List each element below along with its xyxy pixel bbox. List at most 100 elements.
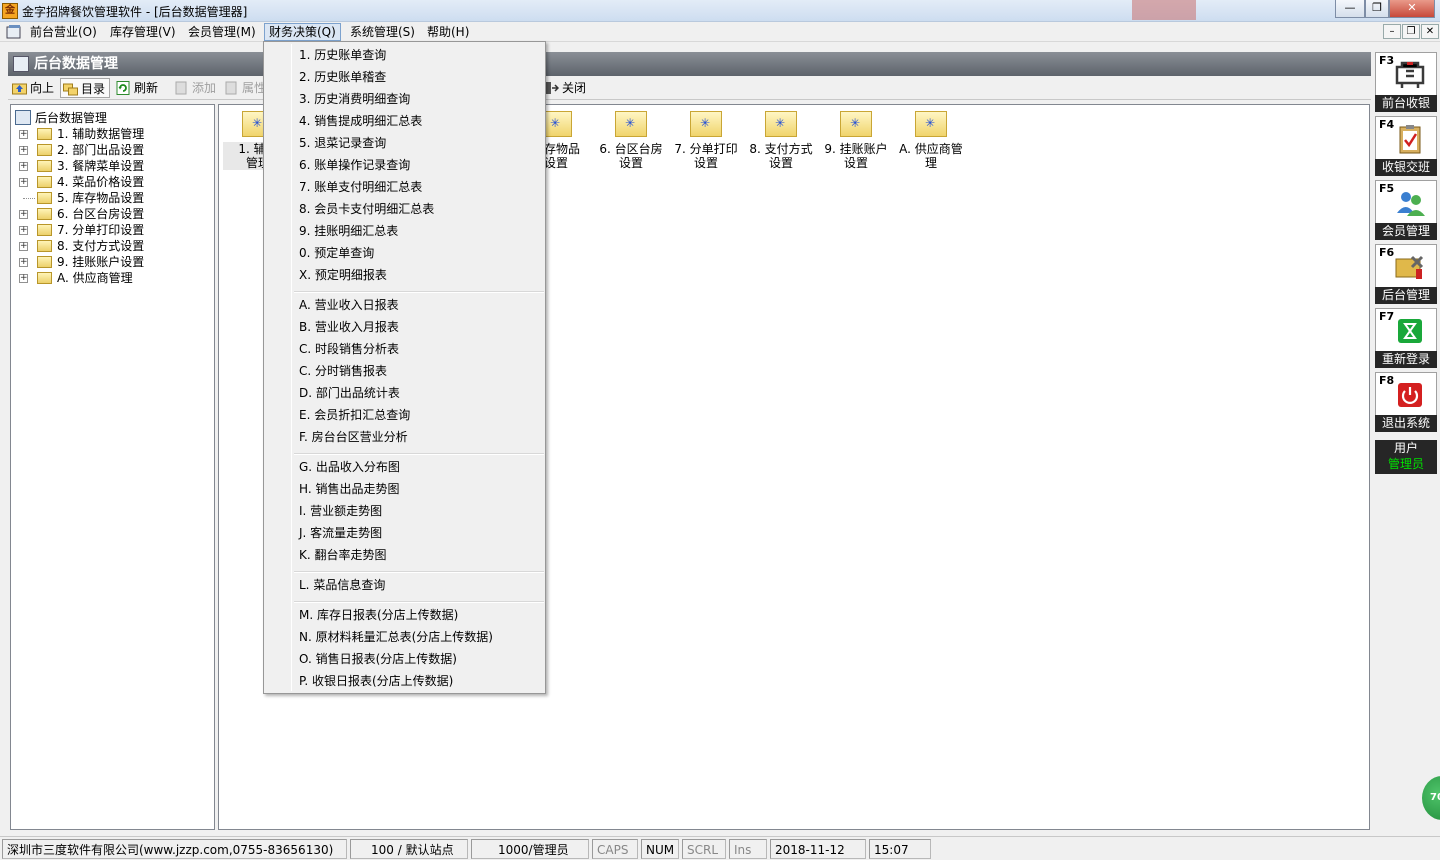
menu-item-period-sales-analysis[interactable]: C. 时段销售分析表 [265,338,544,360]
tree-node[interactable]: +3. 餐牌菜单设置 [19,158,144,174]
tree-node-label: 2. 部门出品设置 [57,143,145,157]
tree-node-label: 5. 库存物品设置 [57,191,145,205]
expand-icon[interactable]: + [19,242,28,251]
menu-inventory[interactable]: 库存管理(V) [106,23,180,41]
menu-item-sales-daily-report[interactable]: O. 销售日报表(分店上传数据) [265,648,544,670]
mdi-close-button[interactable]: ✕ [1421,24,1439,39]
menu-item-return-dish-record[interactable]: 5. 退菜记录查询 [265,132,544,154]
f3-key-label: F3 [1379,54,1395,67]
expand-icon[interactable]: + [19,178,28,187]
menu-item-history-bill-audit[interactable]: 2. 历史账单稽查 [265,66,544,88]
refresh-icon [116,81,130,95]
folder-icon [37,272,52,284]
folder-icon [765,111,797,137]
tree-node[interactable]: +2. 部门出品设置 [19,142,144,158]
tree-node[interactable]: +7. 分单打印设置 [19,222,144,238]
expand-icon[interactable]: + [19,274,28,283]
menu-help[interactable]: 帮助(H) [423,23,473,41]
menu-item-table-area-analysis[interactable]: F. 房台台区营业分析 [265,426,544,448]
folder-label: A. 供应商管 [899,142,963,156]
mdi-window-icon[interactable] [6,24,22,40]
menu-item-customer-flow-trend[interactable]: J. 客流量走势图 [265,522,544,544]
status-caps: CAPS [592,839,638,859]
add-icon [175,81,187,95]
tree-root-label: 后台数据管理 [35,111,108,125]
minimize-button[interactable]: — [1335,0,1365,18]
menu-item-history-bill-query[interactable]: 1. 历史账单查询 [265,44,544,66]
menu-item-hourly-sales-report[interactable]: C. 分时销售报表 [265,360,544,382]
menu-item-inventory-daily-report[interactable]: M. 库存日报表(分店上传数据) [265,604,544,626]
maximize-button[interactable]: ❐ [1365,0,1389,18]
mdi-restore-button[interactable]: ❐ [1402,24,1420,39]
menu-item-table-turnover-trend[interactable]: K. 翻台率走势图 [265,544,544,566]
f3-front-cashier-button[interactable]: F3 [1375,52,1437,96]
menu-item-revenue-trend[interactable]: I. 营业额走势图 [265,500,544,522]
menu-item-cashier-daily-report[interactable]: P. 收银日报表(分店上传数据) [265,670,544,692]
menu-item-output-income-distribution[interactable]: G. 出品收入分布图 [265,456,544,478]
menu-members[interactable]: 会员管理(M) [184,23,260,41]
status-ins: Ins [729,839,767,859]
menu-item-material-consumption-summary[interactable]: N. 原材料耗量汇总表(分店上传数据) [265,626,544,648]
f6-backend-management-button[interactable]: F6 [1375,244,1437,288]
f4-shift-handover-button[interactable]: F4 [1375,116,1437,160]
mdi-minimize-button[interactable]: – [1383,24,1401,39]
tree-node[interactable]: +6. 台区台房设置 [19,206,144,222]
tree-node[interactable]: +1. 辅助数据管理 [19,126,144,142]
menu-item-reservation-detail-report[interactable]: X. 预定明细报表 [265,264,544,286]
menu-item-sales-output-trend[interactable]: H. 销售出品走势图 [265,478,544,500]
menu-item-member-card-payment-summary[interactable]: 8. 会员卡支付明细汇总表 [265,198,544,220]
f7-relogin-button[interactable]: F7 [1375,308,1437,352]
toolbar: 向上 目录 刷新 添加 属性 关闭 [8,76,1371,100]
menu-finance[interactable]: 财务决策(Q) [264,23,341,41]
folder-item[interactable]: 8. 支付方式设置 [746,111,816,170]
menu-item-history-consumption-detail[interactable]: 3. 历史消费明细查询 [265,88,544,110]
expand-icon[interactable]: + [19,130,28,139]
refresh-button[interactable]: 刷新 [114,78,162,98]
expand-icon[interactable]: + [19,162,28,171]
menu-item-dish-info-query[interactable]: L. 菜品信息查询 [265,574,544,596]
folder-item[interactable]: A. 供应商管理 [896,111,966,170]
menu-item-member-discount-summary[interactable]: E. 会员折扣汇总查询 [265,404,544,426]
users-icon [1397,192,1425,216]
tree-node-label: 9. 挂账账户设置 [57,255,145,269]
expand-icon[interactable]: + [19,146,28,155]
status-num: NUM [641,839,679,859]
tree-node[interactable]: +8. 支付方式设置 [19,238,144,254]
current-user-box: 用户 管理员 [1375,440,1437,474]
close-panel-button[interactable]: 关闭 [542,78,590,98]
close-button[interactable]: ✕ [1389,0,1435,18]
menu-front-business[interactable]: 前台营业(O) [26,23,101,41]
user-name: 管理员 [1387,457,1424,471]
menu-item-daily-revenue-report[interactable]: A. 营业收入日报表 [265,294,544,316]
add-button[interactable]: 添加 [172,78,220,98]
tree-node[interactable]: 5. 库存物品设置 [19,190,144,206]
menu-item-reservation-query[interactable]: 0. 预定单查询 [265,242,544,264]
expand-icon[interactable]: + [19,226,28,235]
expand-icon[interactable]: + [19,258,28,267]
menu-system[interactable]: 系统管理(S) [346,23,419,41]
folder-item[interactable]: 9. 挂账账户设置 [821,111,891,170]
expand-icon[interactable]: + [19,210,28,219]
menu-item-bill-operation-record[interactable]: 6. 账单操作记录查询 [265,154,544,176]
tree-node[interactable]: + A. 供应商管理 [19,270,133,286]
f5-member-management-button[interactable]: F5 [1375,180,1437,224]
menu-item-department-output-stats[interactable]: D. 部门出品统计表 [265,382,544,404]
f3-caption: 前台收银 [1375,95,1437,112]
tree-root[interactable]: 后台数据管理 [15,110,107,126]
data-manager-icon [15,110,31,125]
folder-label: 设置 [618,156,643,170]
f6-caption: 后台管理 [1375,287,1437,304]
directory-button[interactable]: 目录 [60,78,111,98]
tree-node[interactable]: +4. 菜品价格设置 [19,174,144,190]
menu-item-bill-payment-summary[interactable]: 7. 账单支付明细汇总表 [265,176,544,198]
menu-item-credit-detail-summary[interactable]: 9. 挂账明细汇总表 [265,220,544,242]
menu-item-sales-commission-summary[interactable]: 4. 销售提成明细汇总表 [265,110,544,132]
folder-item[interactable]: 7. 分单打印设置 [671,111,741,170]
menu-item-monthly-revenue-report[interactable]: B. 营业收入月报表 [265,316,544,338]
folder-icon [37,208,52,220]
up-button[interactable]: 向上 [10,78,58,98]
tree-node[interactable]: +9. 挂账账户设置 [19,254,144,270]
data-tree[interactable]: 后台数据管理 +1. 辅助数据管理 +2. 部门出品设置 +3. 餐牌菜单设置 … [10,104,215,830]
folder-item[interactable]: 6. 台区台房设置 [596,111,666,170]
f8-exit-button[interactable]: F8 [1375,372,1437,416]
